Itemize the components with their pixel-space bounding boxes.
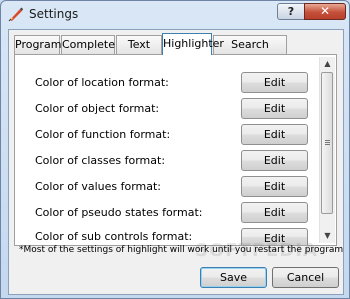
scroll-up-arrow-icon[interactable]: ▲	[322, 59, 333, 69]
edit-values-color-button[interactable]: Edit	[241, 176, 308, 197]
row-label-classes: Color of classes format:	[35, 154, 166, 167]
edit-function-color-button[interactable]: Edit	[241, 124, 308, 145]
thumb-grip-icon	[325, 140, 330, 141]
row-label-location: Color of location format:	[35, 76, 169, 89]
help-button[interactable]: ?	[277, 3, 305, 20]
dialog-body: Program Completer Text Edit Highlighter …	[8, 29, 344, 295]
row-label-pseudo-states: Color of pseudo states format:	[35, 206, 203, 219]
edit-pseudo-states-color-button[interactable]: Edit	[241, 202, 308, 223]
row-label-sub-controls: Color of sub controls format:	[35, 230, 193, 243]
tab-program[interactable]: Program	[14, 35, 61, 54]
scroll-down-arrow-icon[interactable]: ▼	[322, 231, 333, 241]
window-title: Settings	[29, 7, 79, 21]
restart-note: *Most of the settings of highlight will …	[19, 245, 344, 255]
settings-window: Settings ? ✕ Program Completer Text Edit…	[0, 0, 350, 299]
edit-classes-color-button[interactable]: Edit	[241, 150, 308, 171]
row-label-object: Color of object format:	[35, 102, 160, 115]
save-button[interactable]: Save	[200, 267, 267, 288]
tab-text-edit[interactable]: Text Edit	[116, 35, 162, 68]
vertical-scrollbar[interactable]: ▲ ▼	[319, 57, 335, 243]
tab-highlighter[interactable]: Highlighter	[162, 33, 224, 55]
row-label-function: Color of function format:	[35, 128, 171, 141]
highlighter-panel: Color of location format: Edit Color of …	[14, 54, 337, 261]
cancel-button[interactable]: Cancel	[272, 267, 339, 288]
tab-completer[interactable]: Completer	[61, 35, 120, 54]
thumb-grip-icon	[325, 144, 330, 145]
scrollbar-thumb[interactable]	[321, 72, 333, 214]
row-label-values: Color of values format:	[35, 180, 161, 193]
edit-location-color-button[interactable]: Edit	[241, 72, 308, 93]
app-icon	[8, 7, 23, 22]
title-bar[interactable]: Settings ? ✕	[1, 1, 349, 29]
tab-search-mistakes[interactable]: Search mistakes	[213, 35, 287, 68]
close-button[interactable]: ✕	[304, 3, 346, 20]
thumb-grip-icon	[325, 142, 330, 143]
edit-object-color-button[interactable]: Edit	[241, 98, 308, 119]
